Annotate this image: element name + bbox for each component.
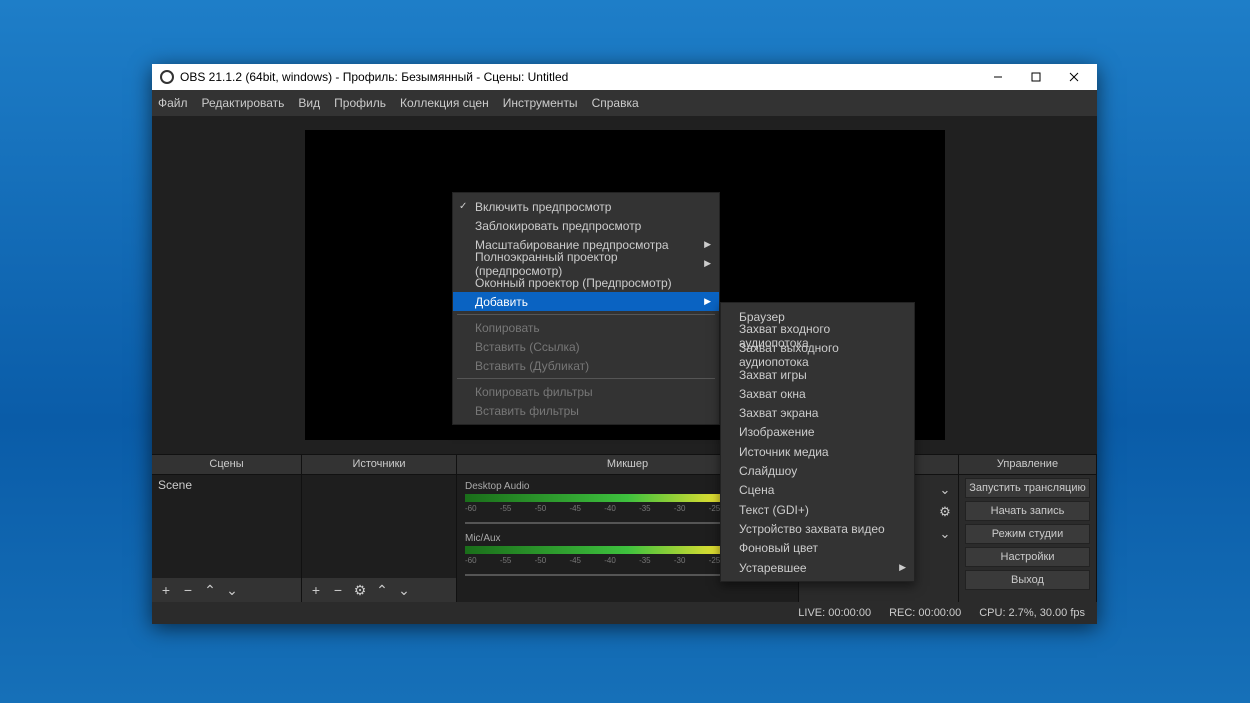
context-menu: ✓ Включить предпросмотр Заблокировать пред…: [452, 192, 720, 425]
remove-source-button[interactable]: −: [330, 582, 346, 598]
submenu-item[interactable]: Захват экрана: [721, 403, 914, 422]
context-menu-label: Вставить фильтры: [475, 404, 579, 418]
maximize-button[interactable]: [1017, 64, 1055, 90]
move-scene-down-button[interactable]: ⌄: [224, 582, 240, 599]
move-source-up-button[interactable]: ⌃: [374, 582, 390, 599]
submenu-label: Устаревшее: [739, 561, 807, 575]
context-menu-separator: [457, 378, 715, 379]
submenu-label: Устройство захвата видео: [739, 522, 885, 536]
context-menu-label: Заблокировать предпросмотр: [475, 219, 641, 233]
context-menu-item: Вставить (Дубликат): [453, 356, 719, 375]
menubar: Файл Редактировать Вид Профиль Коллекция…: [152, 90, 1097, 116]
start-recording-button[interactable]: Начать запись: [965, 501, 1090, 521]
source-properties-button[interactable]: ⚙: [352, 582, 368, 599]
menu-tools[interactable]: Инструменты: [503, 96, 578, 110]
menu-help[interactable]: Справка: [592, 96, 639, 110]
submenu-label: Захват окна: [739, 387, 806, 401]
scenes-list[interactable]: Scene: [152, 475, 301, 578]
menu-file[interactable]: Файл: [158, 96, 188, 110]
context-menu-separator: [457, 314, 715, 315]
context-menu-label: Оконный проектор (Предпросмотр): [475, 276, 672, 290]
submenu-item[interactable]: Устройство захвата видео: [721, 519, 914, 538]
start-streaming-button[interactable]: Запустить трансляцию: [965, 478, 1090, 498]
context-menu-label: Вставить (Дубликат): [475, 359, 589, 373]
controls-body: Запустить трансляцию Начать запись Режим…: [959, 475, 1096, 602]
submenu-label: Захват экрана: [739, 406, 818, 420]
scenes-header: Сцены: [152, 455, 301, 475]
context-menu-item: Вставить (Ссылка): [453, 337, 719, 356]
chevron-right-icon: ▶: [899, 562, 906, 573]
add-submenu: БраузерЗахват входного аудиопотокаЗахват…: [720, 302, 915, 582]
context-menu-label: Копировать: [475, 321, 540, 335]
sources-list[interactable]: [302, 475, 456, 578]
submenu-item[interactable]: Текст (GDI+): [721, 500, 914, 519]
dock-panels: Сцены Scene + − ⌃ ⌄ Источники + − ⚙ ⌃ ⌄: [152, 454, 1097, 602]
status-rec: REC: 00:00:00: [889, 607, 961, 619]
submenu-label: Изображение: [739, 425, 815, 439]
menu-scene-collection[interactable]: Коллекция сцен: [400, 96, 489, 110]
chevron-right-icon: ▶: [704, 296, 711, 307]
context-menu-item: Вставить фильтры: [453, 401, 719, 420]
obs-logo-icon: [160, 70, 174, 84]
studio-mode-button[interactable]: Режим студии: [965, 524, 1090, 544]
remove-scene-button[interactable]: −: [180, 582, 196, 598]
statusbar: LIVE: 00:00:00 REC: 00:00:00 CPU: 2.7%, …: [152, 602, 1097, 624]
context-menu-item: Копировать фильтры: [453, 382, 719, 401]
add-scene-button[interactable]: +: [158, 582, 174, 598]
chevron-down-icon[interactable]: ⌄: [936, 525, 954, 543]
submenu-label: Фоновый цвет: [739, 541, 818, 555]
controls-panel: Управление Запустить трансляцию Начать з…: [959, 455, 1097, 602]
check-icon: ✓: [459, 201, 467, 212]
gear-icon[interactable]: ⚙: [936, 503, 954, 521]
context-menu-label: Добавить: [475, 295, 528, 309]
submenu-item[interactable]: Захват окна: [721, 384, 914, 403]
submenu-label: Слайдшоу: [739, 464, 797, 478]
context-menu-label: Копировать фильтры: [475, 385, 593, 399]
settings-button[interactable]: Настройки: [965, 547, 1090, 567]
context-menu-item[interactable]: Заблокировать предпросмотр: [453, 216, 719, 235]
submenu-label: Сцена: [739, 483, 774, 497]
controls-header: Управление: [959, 455, 1096, 475]
submenu-item[interactable]: Фоновый цвет: [721, 539, 914, 558]
window-title: OBS 21.1.2 (64bit, windows) - Профиль: Б…: [180, 70, 979, 84]
menu-edit[interactable]: Редактировать: [202, 96, 285, 110]
context-menu-item[interactable]: Добавить ▶: [453, 292, 719, 311]
submenu-item[interactable]: Устаревшее ▶: [721, 558, 914, 577]
menu-view[interactable]: Вид: [298, 96, 320, 110]
submenu-item[interactable]: Слайдшоу: [721, 461, 914, 480]
scene-item[interactable]: Scene: [152, 475, 301, 495]
context-menu-item[interactable]: ✓ Включить предпросмотр: [453, 197, 719, 216]
submenu-label: Захват игры: [739, 368, 807, 382]
titlebar: OBS 21.1.2 (64bit, windows) - Профиль: Б…: [152, 64, 1097, 90]
context-menu-label: Вставить (Ссылка): [475, 340, 580, 354]
exit-button[interactable]: Выход: [965, 570, 1090, 590]
chevron-right-icon: ▶: [704, 258, 711, 269]
menu-profile[interactable]: Профиль: [334, 96, 386, 110]
submenu-label: Источник медиа: [739, 445, 829, 459]
submenu-item[interactable]: Захват выходного аудиопотока: [721, 346, 914, 365]
context-menu-item[interactable]: Полноэкранный проектор (предпросмотр)▶: [453, 254, 719, 273]
move-scene-up-button[interactable]: ⌃: [202, 582, 218, 599]
close-button[interactable]: [1055, 64, 1093, 90]
submenu-label: Текст (GDI+): [739, 503, 809, 517]
add-source-button[interactable]: +: [308, 582, 324, 598]
submenu-item[interactable]: Захват игры: [721, 365, 914, 384]
chevron-right-icon: ▶: [704, 239, 711, 250]
sources-panel: Источники + − ⚙ ⌃ ⌄: [302, 455, 457, 602]
submenu-item[interactable]: Сцена: [721, 481, 914, 500]
move-source-down-button[interactable]: ⌄: [396, 582, 412, 599]
submenu-item[interactable]: Изображение: [721, 423, 914, 442]
sources-header: Источники: [302, 455, 456, 475]
minimize-button[interactable]: [979, 64, 1017, 90]
status-live: LIVE: 00:00:00: [798, 607, 871, 619]
submenu-item[interactable]: Источник медиа: [721, 442, 914, 461]
status-cpu: CPU: 2.7%, 30.00 fps: [979, 607, 1085, 619]
scenes-panel: Сцены Scene + − ⌃ ⌄: [152, 455, 302, 602]
context-menu-label: Включить предпросмотр: [475, 200, 611, 214]
context-menu-item[interactable]: Оконный проектор (Предпросмотр): [453, 273, 719, 292]
chevron-down-icon[interactable]: ⌄: [936, 481, 954, 499]
context-menu-item: Копировать: [453, 318, 719, 337]
